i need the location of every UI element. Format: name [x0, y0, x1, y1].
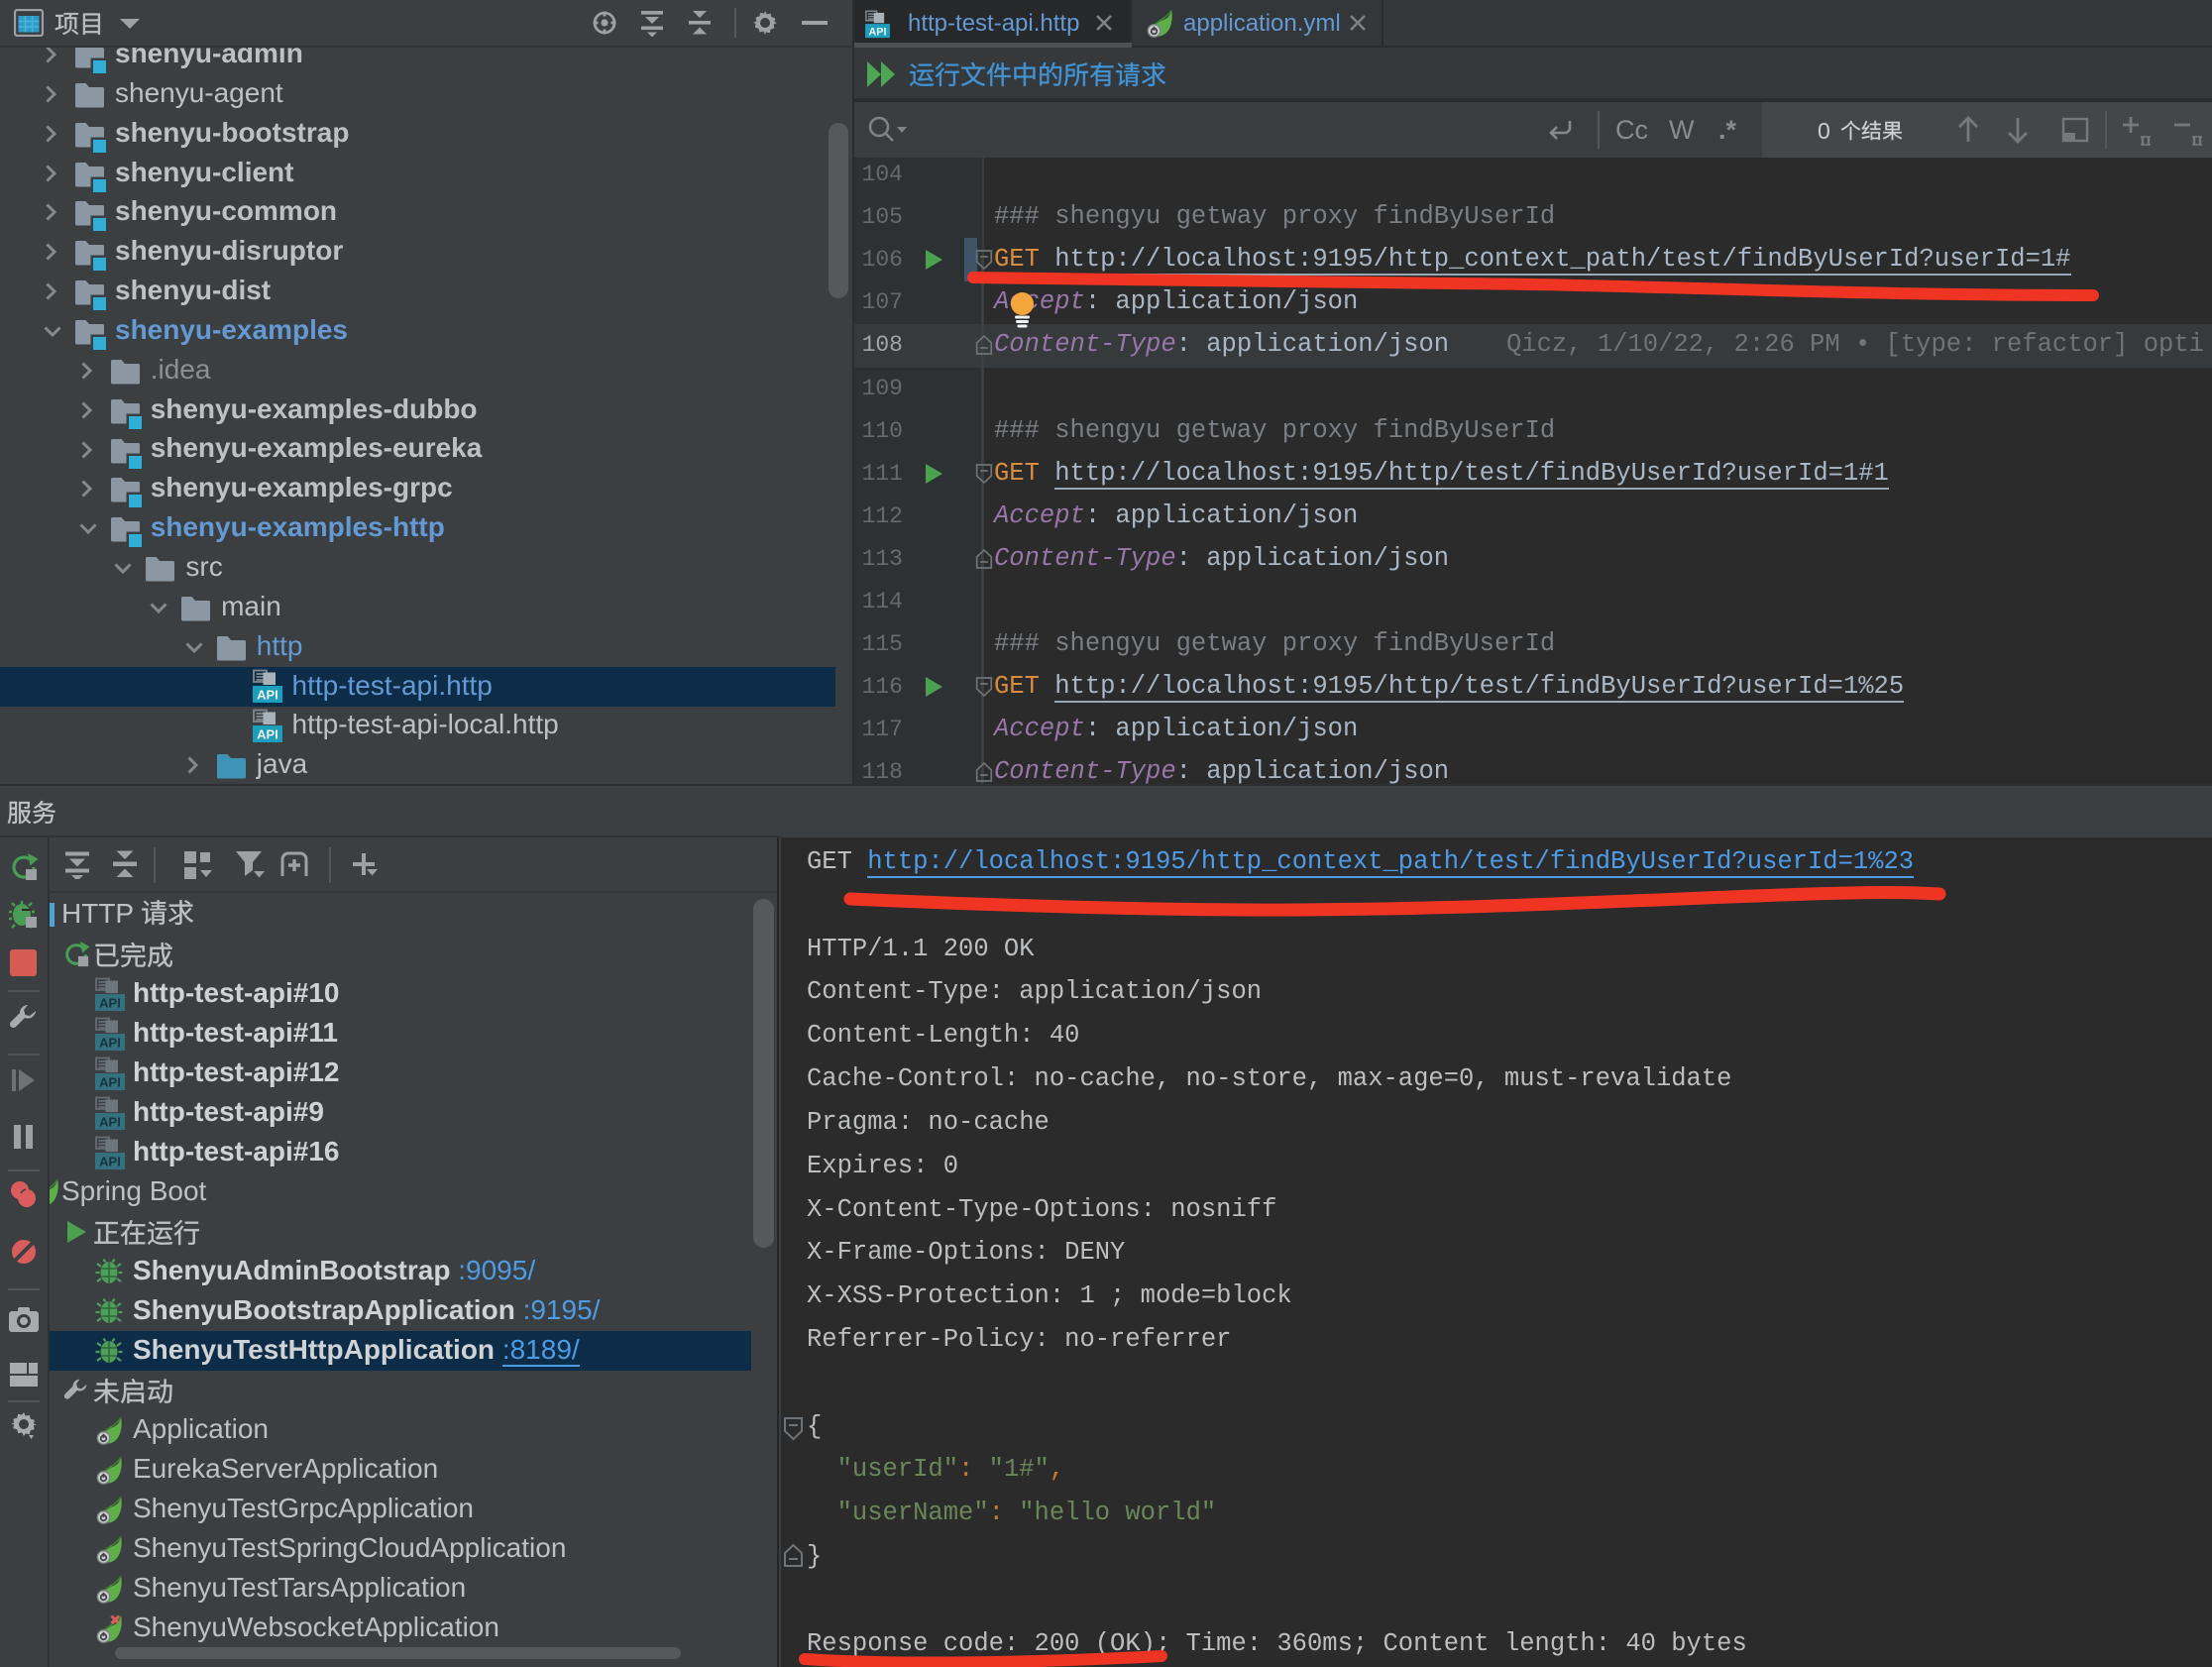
svg-text:API: API [99, 1154, 121, 1168]
svg-text:API: API [99, 1114, 121, 1129]
svg-text:API: API [257, 688, 278, 703]
svg-text:API: API [869, 26, 887, 38]
svg-text:API: API [99, 995, 121, 1010]
svg-text:API: API [257, 727, 278, 742]
svg-text:API: API [99, 1074, 121, 1089]
svg-text:API: API [99, 1035, 121, 1050]
